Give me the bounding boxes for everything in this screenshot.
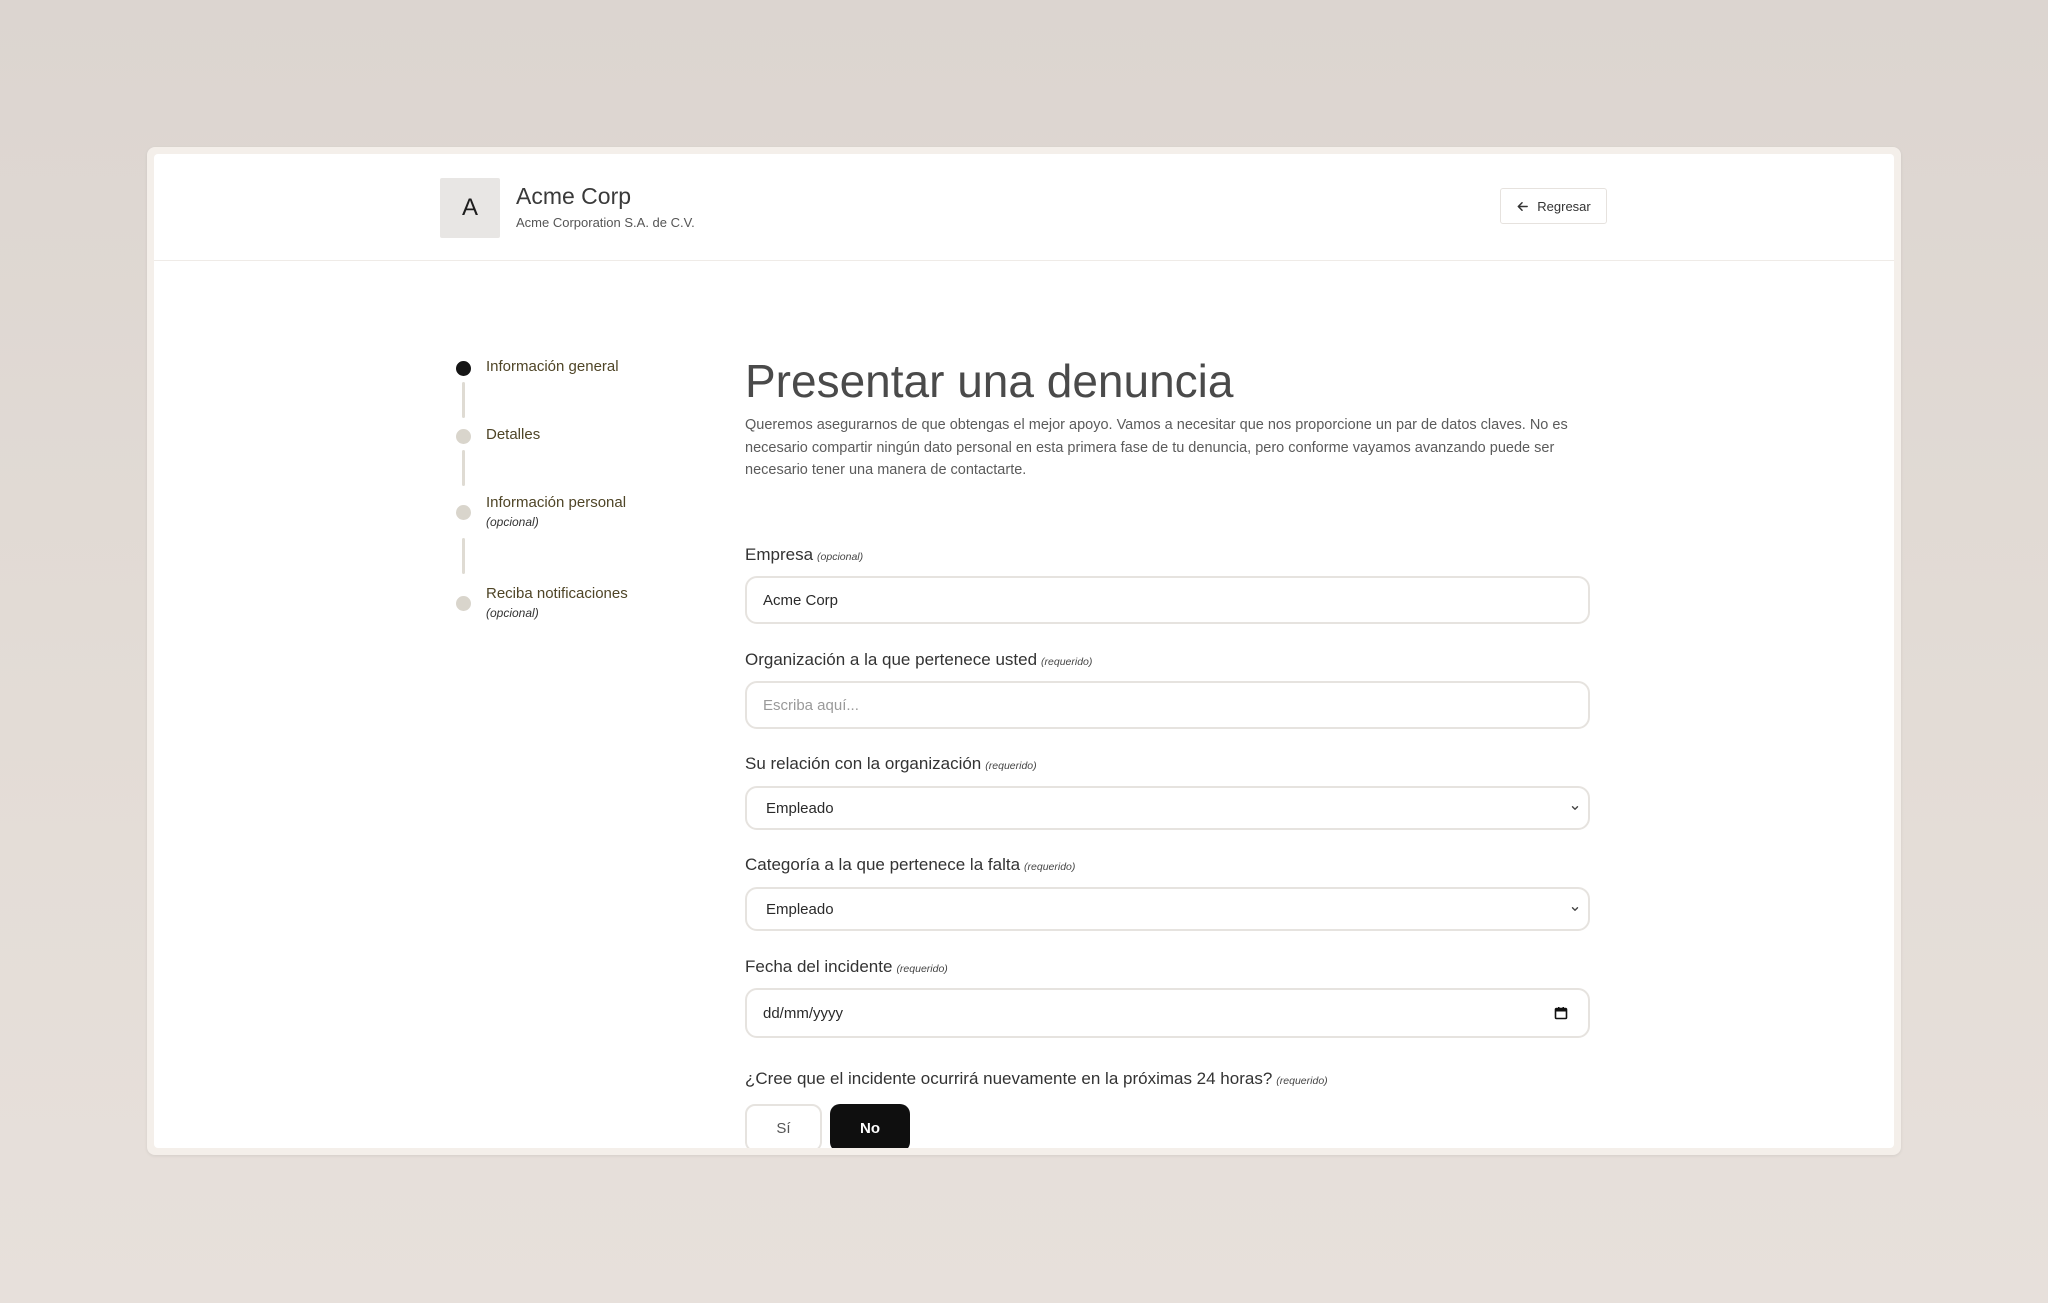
categoria-selected-value: Empleado	[766, 900, 834, 918]
step-indicator-active	[456, 361, 471, 376]
categoria-required-tag: (requerido)	[1024, 861, 1076, 873]
empresa-label-text: Empresa	[745, 545, 814, 564]
organizacion-input[interactable]: Escriba aquí...	[745, 681, 1590, 729]
organizacion-label: Organización a la que pertenece usted (re…	[745, 650, 1092, 670]
page-title: Presentar una denuncia	[745, 355, 1234, 407]
step-indicator	[456, 429, 471, 444]
empresa-optional-tag: (opcional)	[817, 551, 864, 563]
recurrencia-label-text: ¿Cree que el incidente ocurrirá nuevamen…	[745, 1069, 1273, 1088]
categoria-label: Categoría a la que pertenece la falta (re…	[745, 855, 1075, 875]
relacion-label: Su relación con la organización (requerid…	[745, 754, 1037, 774]
company-legal-name: Acme Corporation S.A. de C.V.	[516, 215, 695, 230]
organizacion-placeholder: Escriba aquí...	[763, 696, 859, 714]
organizacion-required-tag: (requerido)	[1041, 656, 1093, 668]
fecha-required-tag: (requerido)	[896, 963, 948, 975]
yes-button[interactable]: Sí	[745, 1104, 822, 1148]
back-button[interactable]: Regresar	[1500, 188, 1607, 224]
company-logo: A	[440, 178, 500, 238]
step-connector	[462, 538, 465, 574]
page-header: A Acme Corp Acme Corporation S.A. de C.V…	[154, 154, 1894, 261]
step-connector	[462, 450, 465, 486]
empresa-input[interactable]: Acme Corp	[745, 576, 1590, 624]
relacion-label-text: Su relación con la organización	[745, 754, 982, 773]
chevron-down-icon	[1571, 806, 1579, 810]
company-name: Acme Corp	[516, 183, 632, 209]
empresa-label: Empresa (opcional)	[745, 545, 863, 565]
logo-letter: A	[461, 194, 478, 221]
back-button-label: Regresar	[1537, 198, 1591, 214]
step-sublabel: (opcional)	[486, 606, 539, 620]
step-label: Información general	[486, 358, 619, 375]
recurrencia-label: ¿Cree que el incidente ocurrirá nuevamen…	[745, 1069, 1328, 1089]
step-sublabel: (opcional)	[486, 515, 539, 529]
step-connector	[462, 382, 465, 418]
categoria-select[interactable]: Empleado	[745, 887, 1590, 931]
app-window: A Acme Corp Acme Corporation S.A. de C.V…	[154, 154, 1894, 1148]
window-frame: A Acme Corp Acme Corporation S.A. de C.V…	[147, 147, 1901, 1155]
step-label: Detalles	[486, 426, 541, 443]
step-label: Reciba notificaciones	[486, 585, 628, 602]
chevron-down-icon	[1571, 907, 1579, 911]
step-label: Información personal	[486, 494, 627, 511]
relacion-selected-value: Empleado	[766, 799, 834, 817]
step-indicator	[456, 505, 471, 520]
organizacion-label-text: Organización a la que pertenece usted	[745, 650, 1038, 669]
step-indicator	[456, 596, 471, 611]
fecha-date-input[interactable]: dd/mm/yyyy	[745, 988, 1590, 1038]
recurrencia-required-tag: (requerido)	[1276, 1075, 1328, 1087]
fecha-label: Fecha del incidente (requerido)	[745, 957, 948, 977]
categoria-label-text: Categoría a la que pertenece la falta	[745, 855, 1021, 874]
fecha-value: dd/mm/yyyy	[763, 1004, 844, 1022]
relacion-select[interactable]: Empleado	[745, 786, 1590, 830]
fecha-label-text: Fecha del incidente	[745, 957, 893, 976]
no-button-selected[interactable]: No	[830, 1104, 910, 1148]
calendar-icon[interactable]	[1554, 1006, 1568, 1020]
relacion-required-tag: (requerido)	[985, 760, 1037, 772]
empresa-value: Acme Corp	[763, 591, 839, 609]
arrow-left-icon	[1517, 201, 1529, 211]
intro-text: Queremos asegurarnos de que obtengas el …	[745, 417, 1568, 478]
